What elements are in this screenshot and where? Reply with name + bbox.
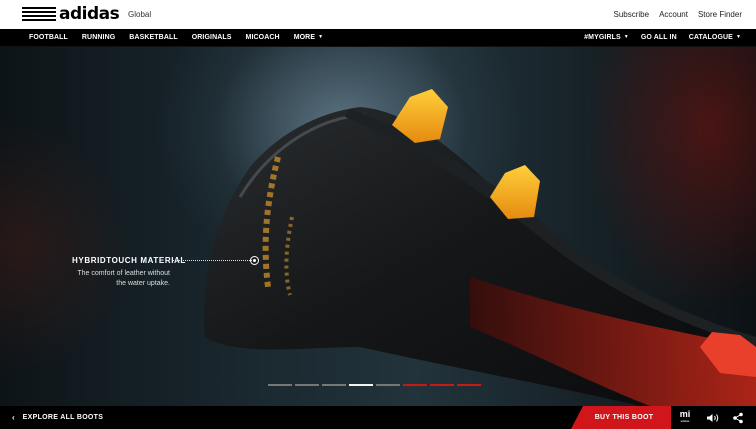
share-icon[interactable] bbox=[732, 412, 744, 424]
nav-item-label: MICOACH bbox=[245, 34, 280, 41]
brand-wordmark: adidas bbox=[59, 4, 120, 24]
callout-leader-line bbox=[173, 260, 252, 261]
callout-title: HYBRIDTOUCH MATERIAL bbox=[72, 256, 186, 265]
region-label[interactable]: Global bbox=[128, 10, 151, 19]
three-stripes-icon bbox=[22, 5, 56, 23]
slide-indicator-segment[interactable] bbox=[457, 384, 481, 386]
nav-item-label: ORIGINALS bbox=[191, 34, 232, 41]
nav-item-label: GO ALL IN bbox=[640, 34, 677, 41]
bottom-bar: ‹ EXPLORE ALL BOOTS BUY THIS BOOT mi adi… bbox=[0, 406, 756, 429]
mi-logo-subtext: adidas bbox=[680, 419, 690, 423]
slide-indicator-segment[interactable] bbox=[268, 384, 292, 386]
nav-item-go-all-in[interactable]: GO ALL IN bbox=[641, 34, 677, 41]
slide-indicator-segment[interactable] bbox=[376, 384, 400, 386]
chevron-down-icon: ▼ bbox=[735, 34, 741, 40]
nav-item-more[interactable]: MORE ▼ bbox=[294, 34, 323, 41]
account-link[interactable]: Account bbox=[659, 10, 688, 19]
mi-logo-text: mi bbox=[679, 409, 691, 419]
slide-indicator bbox=[268, 384, 481, 386]
slide-indicator-segment[interactable] bbox=[403, 384, 427, 386]
nav-item-label: MORE bbox=[293, 34, 316, 41]
slide-indicator-segment[interactable] bbox=[295, 384, 319, 386]
miadidas-logo[interactable]: mi adidas bbox=[676, 410, 694, 426]
nav-item-label: RUNNING bbox=[81, 34, 116, 41]
football-boot-image bbox=[204, 89, 756, 406]
chevron-down-icon: ▼ bbox=[623, 34, 629, 40]
nav-item-running[interactable]: RUNNING bbox=[82, 34, 115, 41]
hotspot-icon[interactable] bbox=[250, 256, 259, 265]
callout-description: The comfort of leather without the water… bbox=[60, 269, 170, 289]
slide-indicator-segment[interactable] bbox=[349, 384, 373, 386]
nav-item-label: BASKETBALL bbox=[129, 34, 178, 41]
nav-item-mygirls[interactable]: #MYGIRLS ▼ bbox=[584, 34, 629, 41]
callout-description-line: the water uptake. bbox=[116, 280, 170, 287]
nav-item-originals[interactable]: ORIGINALS bbox=[192, 34, 232, 41]
chevron-left-icon: ‹ bbox=[12, 413, 15, 422]
utility-links: Subscribe Account Store Finder bbox=[613, 10, 742, 19]
nav-item-micoach[interactable]: MICOACH bbox=[246, 34, 280, 41]
subscribe-link[interactable]: Subscribe bbox=[613, 10, 649, 19]
nav-item-label: CATALOGUE bbox=[688, 34, 733, 41]
nav-item-catalogue[interactable]: CATALOGUE ▼ bbox=[689, 34, 741, 41]
nav-item-football[interactable]: FOOTBALL bbox=[29, 34, 68, 41]
adidas-logo[interactable]: adidas bbox=[22, 4, 120, 24]
nav-item-basketball[interactable]: BASKETBALL bbox=[129, 34, 177, 41]
slide-indicator-segment[interactable] bbox=[430, 384, 454, 386]
chevron-down-icon: ▼ bbox=[318, 34, 324, 40]
store-finder-link[interactable]: Store Finder bbox=[698, 10, 742, 19]
buy-button-label: BUY THIS BOOT bbox=[594, 414, 654, 421]
nav-item-label: FOOTBALL bbox=[29, 34, 68, 41]
explore-all-boots-link[interactable]: ‹ EXPLORE ALL BOOTS bbox=[12, 413, 103, 422]
explore-label: EXPLORE ALL BOOTS bbox=[22, 414, 104, 421]
hero-banner: HYBRIDTOUCH MATERIAL The comfort of leat… bbox=[0, 47, 756, 406]
callout-description-line: The comfort of leather without bbox=[77, 270, 170, 277]
top-header: adidas Global Subscribe Account Store Fi… bbox=[0, 0, 756, 29]
buy-this-boot-button[interactable]: BUY THIS BOOT bbox=[571, 406, 671, 429]
nav-item-label: #MYGIRLS bbox=[584, 34, 621, 41]
main-nav: FOOTBALL RUNNING BASKETBALL ORIGINALS MI… bbox=[0, 29, 756, 47]
speaker-icon[interactable] bbox=[706, 413, 720, 423]
slide-indicator-segment[interactable] bbox=[322, 384, 346, 386]
